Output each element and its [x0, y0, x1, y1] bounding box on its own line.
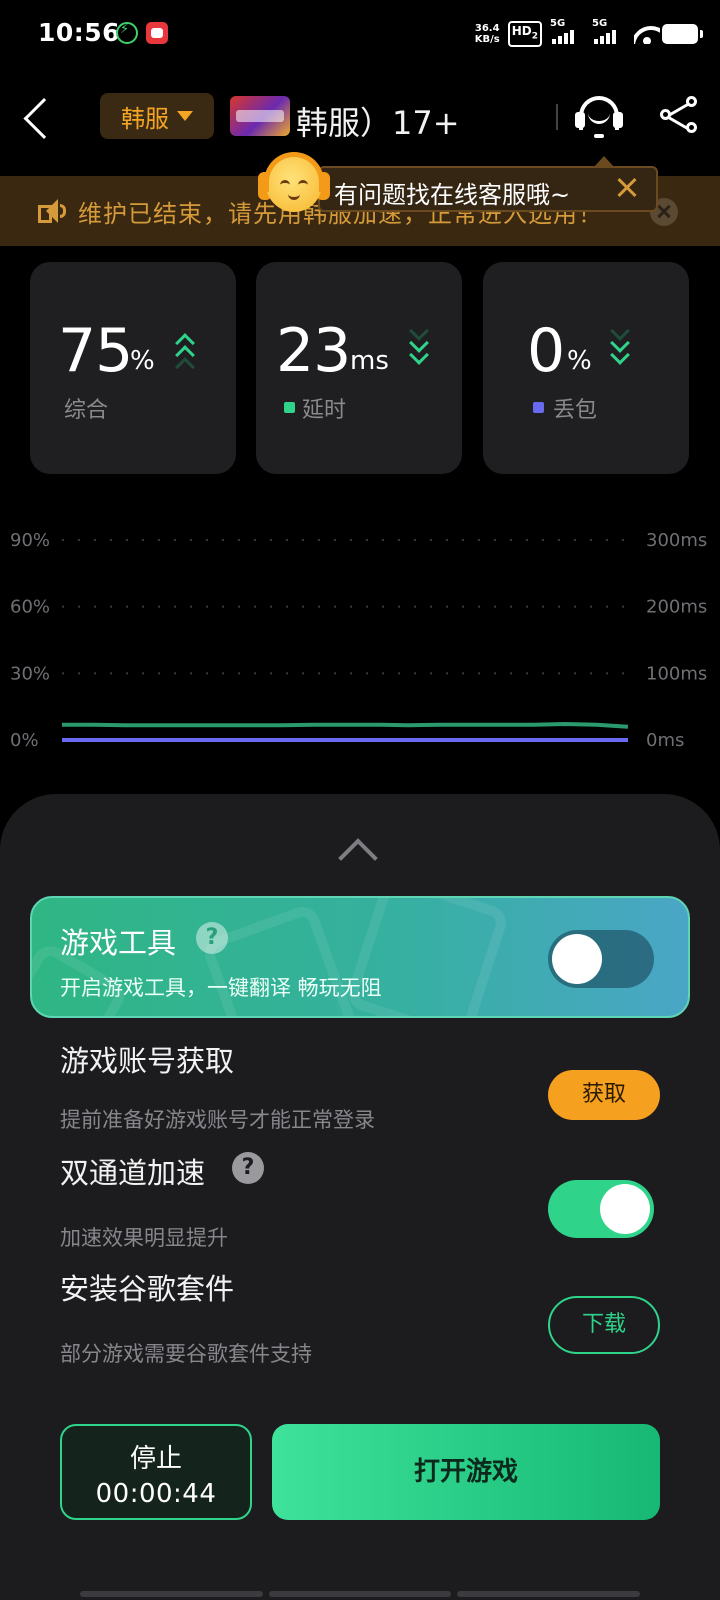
- elapsed-timer: 00:00:44: [95, 1479, 217, 1509]
- status-bar: 10:56 36.4 KB/s HD2 5G 5G: [0, 0, 720, 70]
- chart-left-tick-label: 30%: [10, 663, 50, 684]
- dual-channel-title: 双通道加速: [60, 1156, 206, 1190]
- game-tools-title: 游戏工具: [60, 926, 177, 960]
- open-game-button[interactable]: 打开游戏: [272, 1424, 660, 1520]
- caret-down-icon: [177, 111, 193, 121]
- stop-label: 停止: [129, 1444, 182, 1474]
- tooltip-close-button[interactable]: [615, 175, 641, 201]
- account-subtitle: 提前准备好游戏账号才能正常登录: [60, 1108, 375, 1132]
- chart-right-tick-label: 100ms: [646, 663, 707, 684]
- signal-icon-sim2: 5G: [592, 18, 626, 44]
- overall-unit: %: [130, 346, 155, 376]
- expand-handle-icon[interactable]: [338, 838, 374, 874]
- battery-icon: [662, 24, 703, 44]
- region-label: 韩服: [121, 104, 169, 133]
- download-google-suite-button[interactable]: 下载: [548, 1296, 660, 1354]
- stat-card-packet-loss: 0 % 丢包: [483, 262, 689, 474]
- google-suite-title: 安装谷歌套件: [60, 1272, 235, 1306]
- dual-channel-subtitle: 加速效果明显提升: [60, 1226, 228, 1250]
- chart-left-tick-label: 0%: [10, 730, 39, 751]
- app-notification-icon: [146, 22, 168, 44]
- mascot-icon: [256, 150, 332, 222]
- network-speed: 36.4 KB/s: [474, 23, 500, 45]
- latency-label: 延时: [302, 398, 347, 423]
- chart-left-tick-label: 60%: [10, 597, 50, 618]
- help-icon[interactable]: ?: [196, 922, 228, 954]
- trend-up-icon: [175, 330, 198, 377]
- game-logo: [230, 96, 290, 136]
- gesture-nav-bar: [80, 1591, 641, 1597]
- game-tools-subtitle: 开启游戏工具，一键翻译 畅玩无阻: [60, 976, 382, 1000]
- packet-loss-legend-dot: [533, 402, 544, 413]
- overall-value: 75: [58, 316, 133, 386]
- tooltip-text: 有问题找在线客服哦~: [334, 181, 571, 209]
- trend-down-icon: [610, 321, 633, 376]
- region-selector[interactable]: 韩服: [100, 93, 214, 139]
- stat-card-overall: 75 % 综合: [30, 262, 236, 474]
- stat-card-latency: 23 ms 延时: [256, 262, 462, 474]
- help-icon[interactable]: ?: [232, 1152, 264, 1184]
- latency-legend-dot: [284, 402, 295, 413]
- customer-service-button[interactable]: [572, 90, 626, 144]
- hd-voice-icon: HD2: [507, 21, 542, 47]
- chart-left-tick-label: 90%: [10, 530, 50, 551]
- packet-loss-unit: %: [567, 346, 592, 376]
- back-button[interactable]: [32, 96, 72, 136]
- chart-right-tick-label: 0ms: [646, 730, 684, 751]
- packet-loss-value: 0: [527, 316, 565, 386]
- latency-unit: ms: [350, 346, 389, 376]
- game-tools-toggle[interactable]: [548, 930, 654, 988]
- game-title: 韩服）17+: [296, 104, 460, 142]
- packet-loss-label: 丢包: [553, 398, 598, 423]
- wifi-icon: [634, 24, 660, 44]
- latency-value: 23: [276, 316, 351, 386]
- network-chart: 90% 300ms 60% 200ms 30% 100ms 0% 0ms: [10, 530, 707, 751]
- status-time: 10:56: [38, 18, 121, 47]
- status-indicators: 36.4 KB/s HD2 5G 5G: [474, 18, 660, 48]
- divider: [556, 104, 558, 130]
- google-suite-subtitle: 部分游戏需要谷歌套件支持: [60, 1342, 312, 1366]
- stop-button[interactable]: 停止 00:00:44: [60, 1424, 252, 1520]
- chart-right-tick-label: 200ms: [646, 597, 707, 618]
- signal-icon-sim1: 5G: [550, 18, 584, 44]
- chart-right-tick-label: 300ms: [646, 530, 707, 551]
- account-title: 游戏账号获取: [60, 1044, 235, 1078]
- share-button[interactable]: [660, 96, 700, 136]
- trend-down-icon: [409, 321, 432, 376]
- speaker-icon: [36, 196, 66, 226]
- overall-label: 综合: [64, 398, 109, 423]
- dual-channel-toggle[interactable]: [548, 1180, 654, 1238]
- get-account-button[interactable]: 获取: [548, 1070, 660, 1120]
- latency-series-line: [62, 721, 629, 729]
- charging-icon: [116, 22, 138, 44]
